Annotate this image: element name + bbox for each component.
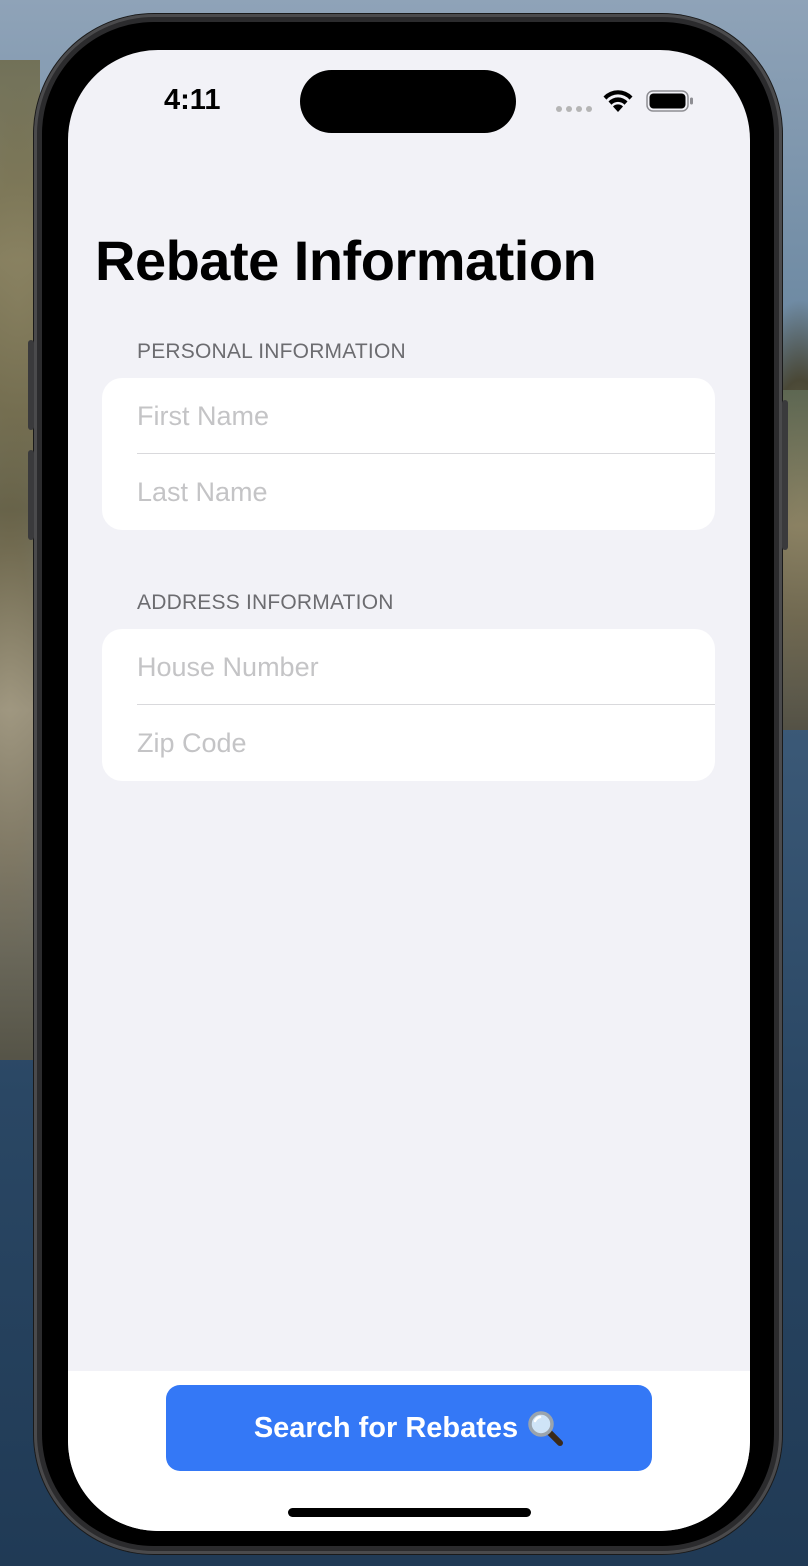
page-title: Rebate Information xyxy=(95,229,597,292)
app-screen: 4:11 Rebate Information PERSONAL INFORMA… xyxy=(68,50,750,1531)
dynamic-island xyxy=(300,70,516,133)
search-button-label: Search for Rebates xyxy=(253,1411,519,1444)
magnifier-icon xyxy=(528,1411,564,1446)
search-for-rebates-button[interactable]: Search for Rebates xyxy=(166,1385,652,1471)
personal-information-group xyxy=(102,378,715,530)
power-button xyxy=(782,400,788,550)
desktop-wallpaper: 4:11 Rebate Information PERSONAL INFORMA… xyxy=(0,0,808,1566)
cellular-signal-icon xyxy=(556,106,592,112)
address-information-group xyxy=(102,629,715,781)
zip-code-field[interactable] xyxy=(137,705,715,781)
bottom-toolbar: Search for Rebates xyxy=(68,1371,750,1531)
house-number-field[interactable] xyxy=(137,629,715,705)
section-header-personal: PERSONAL INFORMATION xyxy=(137,340,406,363)
last-name-field[interactable] xyxy=(137,454,715,530)
first-name-field[interactable] xyxy=(137,378,715,454)
wifi-icon xyxy=(603,90,633,112)
battery-icon xyxy=(646,90,693,112)
volume-up-button xyxy=(28,340,34,430)
status-bar: 4:11 xyxy=(68,50,750,160)
status-time: 4:11 xyxy=(164,84,221,116)
volume-down-button xyxy=(28,450,34,540)
section-header-address: ADDRESS INFORMATION xyxy=(137,591,394,614)
home-indicator[interactable] xyxy=(288,1508,531,1517)
